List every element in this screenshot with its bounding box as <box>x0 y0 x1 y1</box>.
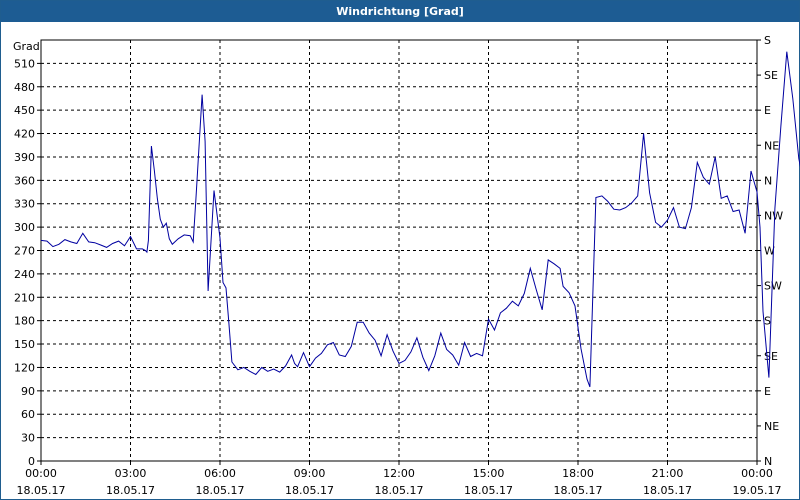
x-tick-date: 18.05.17 <box>285 484 334 497</box>
y-axis-label: Grad <box>13 40 40 53</box>
y2-tick-label: N <box>764 174 772 187</box>
y-tick-label: 150 <box>14 338 35 351</box>
y-tick-label: 330 <box>14 198 35 211</box>
y-tick-label: 480 <box>14 81 35 94</box>
x-tick-time: 15:00 <box>473 467 505 480</box>
y2-tick-label: E <box>764 385 771 398</box>
y-tick-label: 240 <box>14 268 35 281</box>
x-tick-time: 12:00 <box>383 467 415 480</box>
y-tick-label: 270 <box>14 245 35 258</box>
y-tick-label: 30 <box>21 432 35 445</box>
series-line <box>40 51 800 388</box>
x-tick-date: 18.05.17 <box>106 484 155 497</box>
y-tick-label: 60 <box>21 408 35 421</box>
x-axis-ticks: 00:00 18.05.17 03:00 18.05.17 06:00 18.05.17 0… <box>17 461 782 497</box>
x-tick-time: 06:00 <box>204 467 236 480</box>
x-tick-time: 09:00 <box>294 467 326 480</box>
y-tick-label: 390 <box>14 151 35 164</box>
line-chart: 0306090120150180210240270300330360390420… <box>13 34 800 497</box>
y2-tick-label: E <box>764 104 771 117</box>
x-tick-time: 00:00 <box>25 467 57 480</box>
y-tick-label: 510 <box>14 57 35 70</box>
grid-lines <box>41 40 757 461</box>
y-tick-label: 300 <box>14 221 35 234</box>
x-tick-time: 00:00 <box>741 467 773 480</box>
x-tick-date: 18.05.17 <box>554 484 603 497</box>
x-tick-time: 18:00 <box>562 467 594 480</box>
y-tick-label: 90 <box>21 385 35 398</box>
x-tick-date: 18.05.17 <box>464 484 513 497</box>
y-tick-label: 180 <box>14 315 35 328</box>
x-tick-date: 18.05.17 <box>375 484 424 497</box>
y2-tick-label: NE <box>764 420 779 433</box>
x-tick-date: 18.05.17 <box>196 484 245 497</box>
y2-tick-label: NW <box>764 209 783 222</box>
y2-tick-label: SW <box>764 280 782 293</box>
y2-tick-label: NE <box>764 139 779 152</box>
x-tick-time: 21:00 <box>652 467 684 480</box>
y2-tick-label: S <box>764 315 771 328</box>
y-axis-ticks: 0306090120150180210240270300330360390420… <box>14 57 41 468</box>
y-tick-label: 120 <box>14 361 35 374</box>
y-tick-label: 360 <box>14 174 35 187</box>
y-tick-label: 210 <box>14 291 35 304</box>
series-group <box>40 51 800 388</box>
x-tick-date: 19.05.17 <box>733 484 782 497</box>
y2-tick-label: SE <box>764 69 778 82</box>
x-tick-date: 18.05.17 <box>17 484 66 497</box>
y-tick-label: 420 <box>14 128 35 141</box>
y-tick-label: 450 <box>14 104 35 117</box>
x-tick-date: 18.05.17 <box>643 484 692 497</box>
y2-tick-label: S <box>764 34 771 47</box>
x-tick-time: 03:00 <box>115 467 147 480</box>
